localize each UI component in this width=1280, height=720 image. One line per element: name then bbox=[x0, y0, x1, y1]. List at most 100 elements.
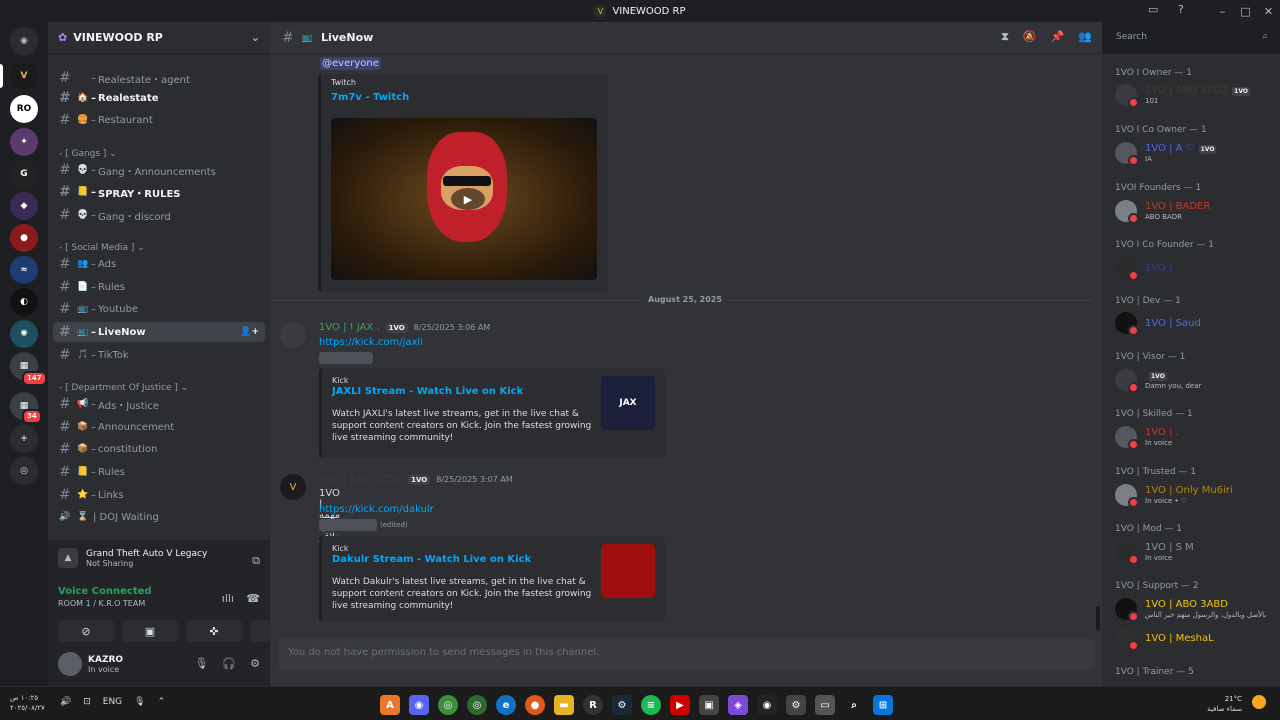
channel-item[interactable]: # 🏠 – Realestate bbox=[53, 88, 265, 108]
member-item[interactable]: 1VO | A ♡ 1VO IA bbox=[1115, 142, 1217, 166]
mic-tray-icon[interactable]: 🎙 bbox=[134, 697, 145, 707]
user-card[interactable]: KAZRO In voice bbox=[58, 652, 123, 676]
server-icon-9[interactable]: ✺ bbox=[10, 320, 38, 348]
channel-category[interactable]: - [ Department Of Justice ] ⌄ bbox=[59, 383, 188, 393]
embed-title[interactable]: Dakulr Stream - Watch Live on Kick bbox=[332, 554, 531, 565]
server-icon-7[interactable]: ≈ bbox=[10, 256, 38, 284]
channel-item[interactable]: # ⭐ – Links bbox=[53, 485, 265, 505]
embed-thumbnail[interactable] bbox=[601, 544, 655, 598]
app-rockstar-icon[interactable]: R bbox=[583, 695, 603, 715]
notification-bell-icon[interactable]: 🔕 bbox=[1023, 30, 1037, 44]
member-item[interactable]: 1VO | MeshaL bbox=[1115, 627, 1214, 651]
app-capture-icon[interactable]: ▣ bbox=[699, 695, 719, 715]
noise-suppression-icon[interactable]: ıllı bbox=[222, 592, 234, 605]
server-icon-5[interactable]: ◆ bbox=[10, 192, 38, 220]
member-item[interactable]: 1VO | Only Mu6iri In voice • ♡ bbox=[1115, 484, 1233, 508]
screen-share-button[interactable]: ▣ bbox=[122, 620, 178, 642]
app-explorer-icon[interactable]: ▬ bbox=[554, 695, 574, 715]
channel-item[interactable]: # 📒 – Rules bbox=[53, 462, 265, 482]
mic-icon[interactable]: 🎙 bbox=[194, 657, 208, 670]
embed-title[interactable]: 7m7v - Twitch bbox=[331, 92, 409, 103]
member-list-icon[interactable]: 👥 bbox=[1078, 30, 1092, 44]
taskbar-search-icon[interactable]: ⌕ bbox=[844, 695, 864, 715]
discord-home-icon[interactable]: ◉ bbox=[10, 27, 38, 55]
channel-category[interactable]: - [ Gangs ] ⌄ bbox=[59, 149, 117, 159]
channel-item[interactable]: # 🍔 – Restaurant bbox=[53, 110, 265, 130]
spoiler-text[interactable] bbox=[319, 352, 373, 364]
avatar[interactable] bbox=[280, 322, 306, 348]
embed-thumbnail[interactable]: JAX bbox=[601, 376, 655, 430]
app-taskview-icon[interactable]: ▭ bbox=[815, 695, 835, 715]
message-link[interactable]: https://kick.com/jaxli bbox=[319, 337, 423, 348]
member-item[interactable]: 1VO | . In voice bbox=[1115, 426, 1179, 450]
chevron-up-icon[interactable]: ⌃ bbox=[158, 697, 166, 707]
channel-item[interactable]: # 👥 – Ads bbox=[53, 254, 265, 274]
channel-item[interactable]: # 📦 – constitution bbox=[53, 439, 265, 459]
activity-button[interactable]: ✜ bbox=[186, 620, 242, 642]
inbox-icon[interactable]: ▭ bbox=[1148, 3, 1158, 16]
channel-item[interactable]: # 📺 – LiveNow 👤+ bbox=[53, 322, 265, 342]
stream-preview-image[interactable]: ▶ bbox=[331, 118, 597, 280]
start-button-icon[interactable]: ⊞ bbox=[873, 695, 893, 715]
message-author[interactable]: 1VO | ! JAX . bbox=[319, 322, 380, 333]
channel-item[interactable]: # 📒 – SPRAY・RULES bbox=[53, 182, 265, 202]
disconnect-icon[interactable]: ☎ bbox=[246, 592, 260, 605]
spoiler-text[interactable] bbox=[319, 519, 377, 531]
app-copilot-icon[interactable]: ◈ bbox=[728, 695, 748, 715]
app-settings-icon[interactable]: ⚙ bbox=[786, 695, 806, 715]
member-item[interactable]: 1VO | BADER ABO BADR bbox=[1115, 200, 1210, 224]
message-input[interactable]: You do not have permission to send messa… bbox=[278, 638, 1094, 670]
app-edge-icon[interactable]: e bbox=[496, 695, 516, 715]
avatar[interactable]: V bbox=[280, 474, 306, 500]
channel-item[interactable]: 🔊 ⌛ | DOJ Waiting bbox=[53, 507, 265, 527]
add-server-icon[interactable]: + bbox=[10, 425, 38, 453]
app-spotify-icon[interactable]: ≡ bbox=[641, 695, 661, 715]
server-vinewood-icon[interactable]: V bbox=[10, 62, 38, 90]
message-link[interactable]: https://kick.com/dakulr bbox=[319, 504, 434, 515]
threads-icon[interactable]: ⧗ bbox=[1001, 30, 1009, 44]
channel-item[interactable]: # 🎵 – TikTok bbox=[53, 345, 265, 365]
voice-room-label[interactable]: ROOM 1 / K.R.O TEAM bbox=[58, 599, 152, 608]
member-item[interactable]: 1VO | ABO 3ABD بالأصل وبالدول، والرسول من… bbox=[1115, 598, 1266, 622]
clock[interactable]: ١٠:٢٥ ص ٢٠٢٥/٠٨/٢٧ bbox=[10, 693, 45, 713]
everyone-mention[interactable]: @everyone bbox=[320, 57, 381, 70]
search-input[interactable]: Search ⌕ bbox=[1110, 28, 1274, 48]
server-ro-icon[interactable]: RO bbox=[10, 95, 38, 123]
server-header[interactable]: ✿ VINEWOOD RP ⌄ bbox=[48, 22, 270, 54]
channel-item[interactable]: # 📺 – Youtube bbox=[53, 299, 265, 319]
invite-icon[interactable]: 👤+ bbox=[240, 327, 259, 337]
volume-icon[interactable]: 🔊 bbox=[60, 697, 71, 707]
member-item[interactable]: 1VO | ABO 3ZOZ 1VO 101 bbox=[1115, 84, 1250, 108]
server-icon-8[interactable]: ◐ bbox=[10, 288, 38, 316]
server-icon-6[interactable]: ● bbox=[10, 224, 38, 252]
member-item[interactable]: 1VO Damn you, dear bbox=[1115, 369, 1201, 393]
channel-item[interactable]: # 📄 – Rules bbox=[53, 277, 265, 297]
settings-icon[interactable]: ⚙ bbox=[250, 657, 260, 670]
maximize-button[interactable]: □ bbox=[1234, 5, 1257, 18]
close-button[interactable]: ✕ bbox=[1257, 5, 1280, 18]
server-g-icon[interactable]: G bbox=[10, 160, 38, 188]
member-item[interactable]: 1VO | . bbox=[1115, 257, 1179, 281]
scrollbar[interactable] bbox=[1096, 606, 1100, 630]
minimize-button[interactable]: – bbox=[1211, 5, 1234, 18]
help-icon[interactable]: ? bbox=[1178, 3, 1184, 16]
app-steam-icon[interactable]: ⚙ bbox=[612, 695, 632, 715]
headphones-icon[interactable]: 🎧 bbox=[222, 657, 236, 670]
app-vpn-icon[interactable]: A bbox=[380, 695, 400, 715]
pin-icon[interactable]: 📌 bbox=[1051, 30, 1065, 44]
member-item[interactable]: 1VO | S M In voice bbox=[1115, 541, 1194, 565]
weather-widget[interactable]: 21°C سماء صافية bbox=[1207, 694, 1242, 714]
app-obs-icon[interactable]: ◉ bbox=[757, 695, 777, 715]
app-discord-icon[interactable]: ◉ bbox=[409, 695, 429, 715]
app-youtube-icon[interactable]: ▶ bbox=[670, 695, 690, 715]
channel-item[interactable]: # 📦 – Announcement bbox=[53, 417, 265, 437]
app-firefox-icon[interactable]: ● bbox=[525, 695, 545, 715]
language-indicator[interactable]: ENG bbox=[103, 697, 122, 707]
channel-item[interactable]: # – Realestate・agent bbox=[53, 68, 265, 88]
message-author[interactable]: 1VO | ABO 3ZOZ bbox=[319, 474, 402, 485]
channel-item[interactable]: # 💀 – Gang・Announcements bbox=[53, 160, 265, 180]
channel-item[interactable]: # 💀 – Gang・discord bbox=[53, 205, 265, 225]
share-screen-icon[interactable]: ⧉ bbox=[252, 554, 260, 568]
camera-off-button[interactable]: ⊘ bbox=[58, 620, 114, 642]
app-chrome-icon[interactable]: ◎ bbox=[438, 695, 458, 715]
